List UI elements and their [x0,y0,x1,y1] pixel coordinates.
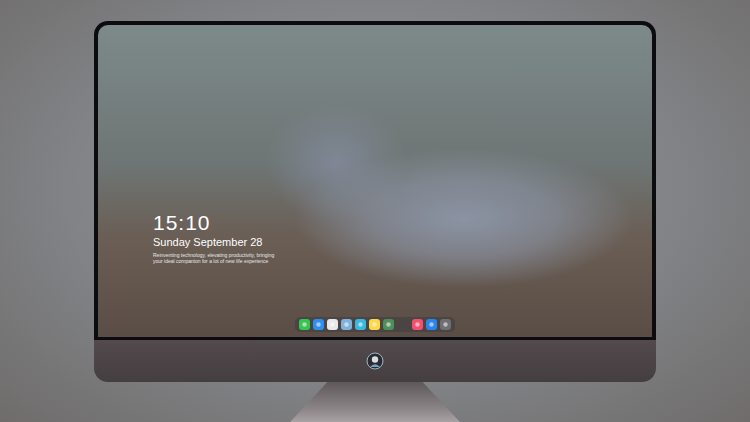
dock-item[interactable] [355,319,366,330]
clock-date: Sunday September 28 [153,235,652,249]
logo-icon [366,352,384,370]
app-icon [371,321,378,328]
dock-item[interactable] [299,319,310,330]
dock-item[interactable] [383,319,394,330]
app-icon [442,321,449,328]
monitor-bezel: 15:10Sunday September 28 Reinventing tech… [94,21,656,340]
app-icon [414,321,421,328]
dock-item[interactable] [412,319,423,330]
monitor-chin [94,340,656,382]
dock-item[interactable] [369,319,380,330]
dock-item[interactable] [440,319,451,330]
tagline-line: Reinventing technology, elevating produc… [153,252,652,258]
app-icon [343,321,350,328]
dock [295,317,455,332]
app-icon [385,321,392,328]
dock-item[interactable] [327,319,338,330]
app-icon [428,321,435,328]
tagline: Reinventing technology, elevating produc… [153,252,652,264]
dock-item[interactable] [341,319,352,330]
app-icon [301,321,308,328]
tagline-line: your ideal companion for a lot of new li… [153,258,652,264]
clock-time: 15:10 [153,211,652,235]
app-icon [357,321,364,328]
monitor: 15:10Sunday September 28 Reinventing tech… [94,21,656,382]
dock-item[interactable] [313,319,324,330]
dock-item[interactable] [426,319,437,330]
wallpaper: 15:10Sunday September 28 Reinventing tech… [98,25,652,337]
lock-clock: 15:10Sunday September 28 Reinventing tech… [153,211,652,264]
app-icon [315,321,322,328]
page: 15:10Sunday September 28 Reinventing tech… [0,0,750,422]
dock-separator [397,319,409,330]
app-icon [329,321,336,328]
monitor-stand [290,382,460,422]
